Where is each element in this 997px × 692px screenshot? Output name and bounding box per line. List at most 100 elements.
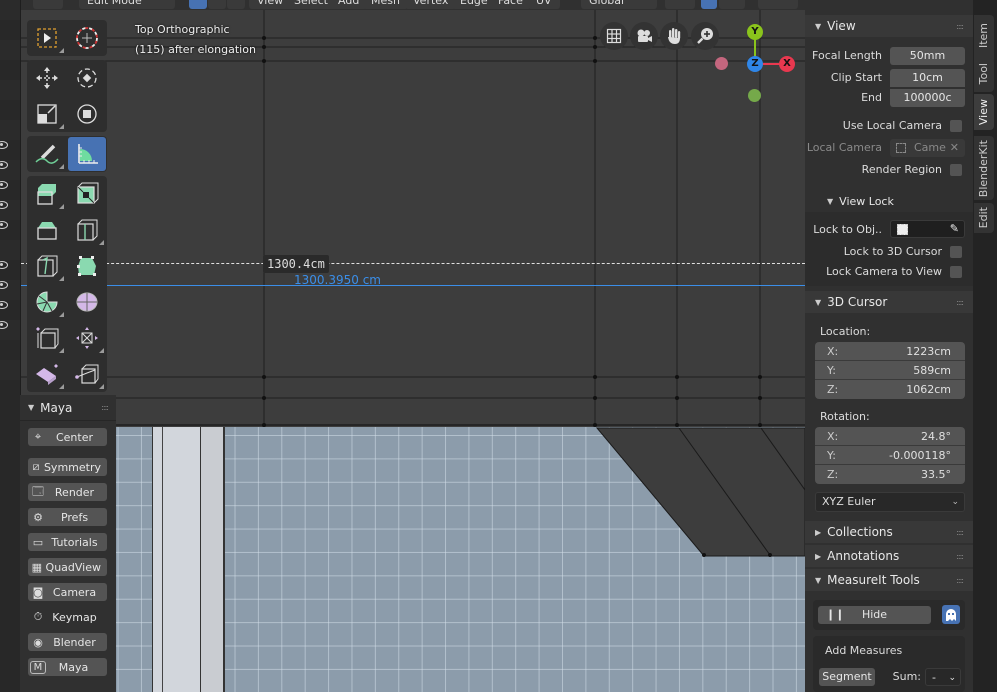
clip-end-field[interactable]: 100000c [890,89,965,107]
render-region-checkbox[interactable] [950,164,962,176]
collections-section-header[interactable]: ▶ Collections :::: [805,521,973,543]
tab-view[interactable]: View [974,94,994,130]
view-section-header[interactable]: ▼ View :::: [805,15,973,37]
symmetry-button[interactable]: ⧄ Symmetry [28,458,107,476]
menu-mesh[interactable]: Mesh [363,0,408,9]
center-button[interactable]: ⌖ Center [28,428,107,446]
render-button[interactable]: 🗔 Render [28,483,107,501]
face-select-mode[interactable] [227,0,245,9]
grid-icon[interactable] [600,22,628,50]
clip-start-field[interactable]: 10cm [890,69,965,87]
tutorials-button[interactable]: ▭ Tutorials [28,533,107,551]
cursor-rotation-z[interactable]: Z: 33.5° [815,465,965,484]
transform-tool[interactable] [68,97,106,131]
annotate-tool[interactable] [28,137,66,171]
cursor-location-x[interactable]: X: 1223cm [815,342,965,361]
menu-vertex[interactable]: Vertex [405,0,457,9]
edge-slide-tool[interactable] [28,321,66,355]
hide-toggle-button[interactable]: ❙❙ Hide [818,606,931,624]
segment-button[interactable]: Segment [819,668,875,686]
cursor-rotation-x[interactable]: X: 24.8° [815,427,965,446]
sum-select[interactable]: - ⌄ [925,668,961,686]
add-measures-box: Add Measures Segment Sum: - ⌄ [813,636,965,692]
extrude-region-tool[interactable] [28,177,66,211]
bevel-tool[interactable] [28,213,66,247]
tab-blenderkit[interactable]: BlenderKit [974,136,994,200]
editor-type-button[interactable] [33,0,63,9]
maya-button[interactable]: M Maya [28,658,107,676]
transform-orientation-select[interactable]: Global [581,0,657,9]
quadview-button[interactable]: ▦ QuadView [28,558,107,576]
menu-view[interactable]: View [249,0,292,9]
smooth-tool[interactable] [68,285,106,319]
annotate-icon [35,144,59,164]
shear-tool[interactable] [28,357,66,391]
rotation-mode-select[interactable]: XYZ Euler ⌄ [815,492,965,512]
camera-button[interactable]: ◙ Camera [28,583,107,601]
menu-uv[interactable]: UV [528,0,560,9]
local-camera-field[interactable]: Came ✕ [890,139,965,157]
rotate-tool[interactable] [68,61,106,95]
spin-tool[interactable] [28,285,66,319]
menu-add[interactable]: Add [330,0,368,9]
cursor-section-header[interactable]: ▼ 3D Cursor :::: [805,291,973,313]
drag-grip-icon[interactable]: :::: [956,528,964,537]
snap-toggle[interactable] [701,0,717,9]
mode-select[interactable]: Edit Mode [79,0,175,9]
measureit-section-header[interactable]: ▼ MeasureIt Tools :::: [805,569,973,591]
vertex-select-mode[interactable] [189,0,207,9]
menu-select[interactable]: Select [286,0,336,9]
view-lock-subheader[interactable]: ▼ View Lock [805,190,973,212]
ghost-toggle-button[interactable] [942,605,960,624]
keymap-button[interactable]: ⏱ Keymap [28,608,107,626]
drag-grip-icon[interactable]: :::: [956,576,964,585]
scale-tool[interactable] [28,97,66,131]
eyedropper-icon[interactable]: ✎ [950,220,959,238]
loop-cut-tool[interactable] [68,213,106,247]
snap-target-button[interactable] [719,0,745,9]
maya-panel-header[interactable]: ▼ Maya :::: [20,395,116,421]
prefs-button[interactable]: ⚙ Prefs [28,508,107,526]
neg-y-axis-ball[interactable] [748,89,761,102]
edge-select-mode[interactable] [208,0,226,9]
tab-edit[interactable]: Edit [974,203,994,233]
cursor-location-y[interactable]: Y: 589cm [815,361,965,380]
view-section-title: View [827,19,856,33]
neg-x-axis-ball[interactable] [715,57,728,70]
3d-viewport[interactable]: Edit Mode View Select Add Mesh Vertex Ed… [21,0,805,692]
use-local-camera-checkbox[interactable] [950,120,962,132]
measureit-hide-box: ❙❙ Hide [813,600,965,630]
proportional-edit-button[interactable] [758,0,798,9]
cursor-rotation-y[interactable]: Y: -0.000118° [815,446,965,465]
drag-grip-icon[interactable]: :::: [101,403,109,412]
lock-camera-checkbox[interactable] [950,266,962,278]
lock-to-cursor-checkbox[interactable] [950,246,962,258]
rip-region-tool[interactable] [68,357,106,391]
menu-face[interactable]: Face [490,0,531,9]
blender-button[interactable]: ◉ Blender [28,633,107,651]
lock-to-object-field[interactable]: ✎ [890,220,965,238]
cursor-location-z[interactable]: Z: 1062cm [815,380,965,399]
move-tool[interactable] [28,61,66,95]
drag-grip-icon[interactable]: :::: [956,298,964,307]
z-axis-ball[interactable]: Z [747,56,763,72]
x-axis-ball[interactable]: X [779,56,795,72]
tab-tool[interactable]: Tool [974,58,994,92]
annotations-section-header[interactable]: ▶ Annotations :::: [805,545,973,567]
select-box-tool[interactable] [28,21,66,55]
y-axis-ball[interactable]: Y [747,24,763,40]
focal-length-field[interactable]: 50mm [890,47,965,65]
measure-tool[interactable] [68,137,106,171]
clear-icon[interactable]: ✕ [950,139,959,157]
hand-icon[interactable] [660,22,688,50]
drag-grip-icon[interactable]: :::: [956,22,964,31]
shrink-fatten-tool[interactable] [68,321,106,355]
knife-tool[interactable] [28,249,66,283]
inset-faces-tool[interactable] [68,177,106,211]
drag-grip-icon[interactable]: :::: [956,552,964,561]
camera-icon[interactable] [630,22,658,50]
tab-item[interactable]: Item [974,15,994,63]
pivot-point-button[interactable] [665,0,695,9]
cursor-tool[interactable] [68,21,106,55]
poly-build-tool[interactable] [68,249,106,283]
